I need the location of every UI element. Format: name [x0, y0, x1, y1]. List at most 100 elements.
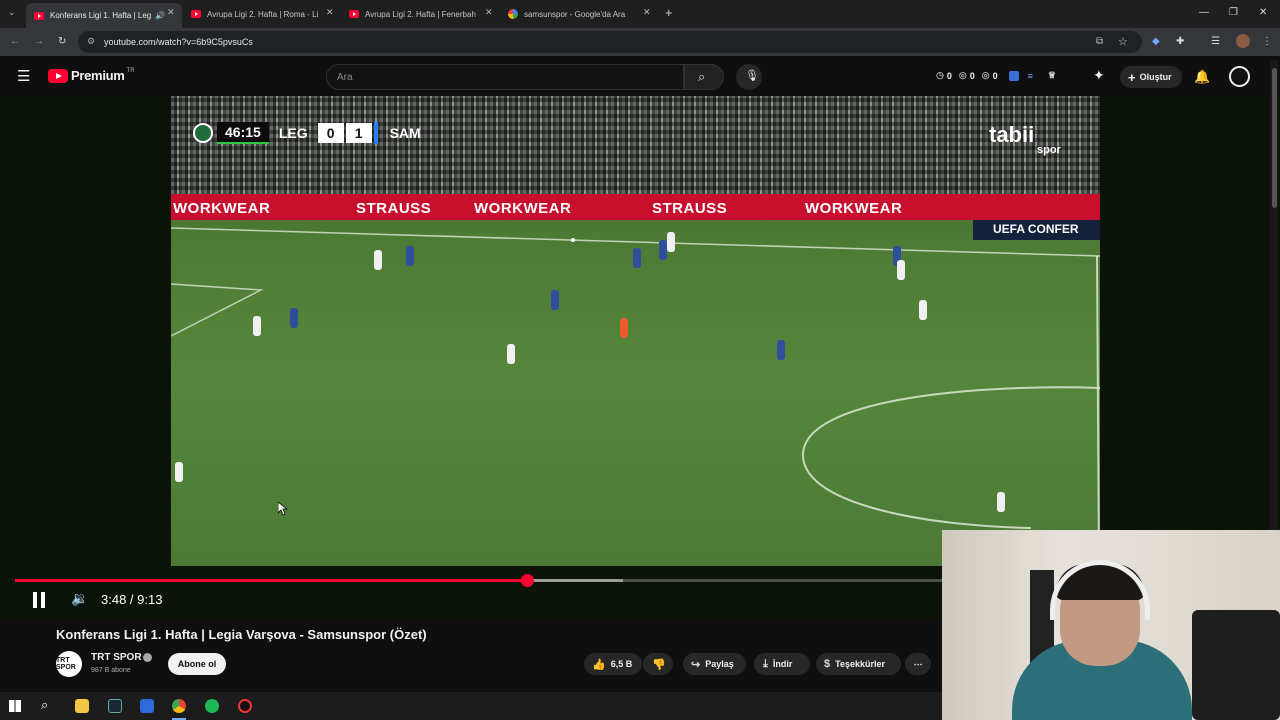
minimize-icon[interactable]: — — [1199, 7, 1209, 18]
search-icon[interactable]: ⌕ — [41, 697, 48, 713]
player — [897, 260, 905, 280]
chrome-icon[interactable] — [172, 699, 186, 713]
played-bar — [15, 579, 528, 582]
video-title: Konferans Ligi 1. Hafta | Legia Varşova … — [56, 627, 427, 642]
tab-youtube-roma[interactable]: Avrupa Ligi 2. Hafta | Roma - Li — [183, 3, 323, 25]
player — [659, 240, 667, 260]
webcam-chair — [1192, 610, 1280, 720]
share-button[interactable]: ↪ Paylaş — [683, 653, 746, 675]
scrubber-handle[interactable] — [521, 574, 535, 587]
extensions-puzzle-icon[interactable]: ✚ — [1176, 36, 1184, 47]
create-button[interactable]: + Oluştur — [1120, 66, 1182, 88]
close-icon[interactable]: ✕ — [643, 7, 651, 18]
volume-icon: 🔉 — [71, 590, 89, 606]
back-icon[interactable]: ← — [10, 36, 20, 47]
list-icon[interactable]: ≡ — [1028, 71, 1033, 81]
address-bar[interactable]: ⚙ youtube.com/watch?v=6b9C5pvsuCs ⧉ ☆ — [78, 31, 1142, 53]
mouse-cursor-icon — [278, 502, 288, 516]
player — [290, 308, 298, 328]
bookmark-star-icon[interactable]: ☆ — [1118, 35, 1128, 48]
windows-taskbar: ⌕ — [0, 692, 942, 720]
voice-search-button[interactable]: 🎙 — [736, 64, 762, 90]
channel-avatar[interactable]: TRT SPOR — [56, 651, 82, 677]
channel-name[interactable]: TRT SPOR — [91, 652, 142, 663]
scrollbar-thumb[interactable] — [1272, 68, 1277, 208]
notifications-bell-icon[interactable]: 🔔 — [1194, 69, 1210, 85]
url-text[interactable]: youtube.com/watch?v=6b9C5pvsuCs — [104, 37, 253, 47]
forward-icon[interactable]: → — [34, 36, 44, 47]
stat-value: 0 — [992, 70, 998, 81]
tab-title: Avrupa Ligi 2. Hafta | Roma - Li — [207, 9, 319, 19]
logo-premium-text: Premium — [71, 68, 125, 83]
extension-stats: ◷ 0 ◎ 0 ◎ 0 ≡ ♕ — [936, 70, 1056, 81]
trophy-icon[interactable]: ♕ — [1048, 70, 1056, 81]
video-frame[interactable]: WORKWEAR STRAUSS WORKWEAR STRAUSS WORKWE… — [171, 96, 1100, 566]
install-icon[interactable]: ⧉ — [1096, 36, 1103, 47]
start-icon[interactable] — [9, 700, 21, 712]
tab-youtube-konferans[interactable]: Konferans Ligi 1. Hafta | Leg 🔊 — [26, 3, 182, 28]
subscribe-button[interactable]: Abone ol — [168, 653, 226, 675]
app-icon[interactable] — [238, 699, 252, 713]
store-icon[interactable] — [140, 699, 154, 713]
new-tab-icon[interactable]: + — [665, 5, 673, 20]
tab-google-search[interactable]: samsunspor - Google'da Ara — [500, 3, 640, 25]
browser-tab-strip: ⌄ Konferans Ligi 1. Hafta | Leg 🔊 ✕ Avru… — [0, 0, 1280, 28]
pitch-lines — [171, 227, 1100, 566]
extension-badge-icon[interactable] — [1008, 70, 1019, 81]
pause-icon — [33, 592, 37, 608]
referee — [620, 318, 628, 338]
site-info-icon[interactable]: ⚙ — [87, 36, 95, 47]
broadcaster-logo: tabii — [989, 122, 1035, 147]
clock-icon: ◷ — [936, 70, 944, 80]
thumbs-down-icon: 👎 — [652, 658, 666, 671]
youtube-logo[interactable]: Premium TR — [48, 68, 135, 83]
hamburger-menu-icon[interactable]: ☰ — [17, 67, 30, 85]
player — [633, 248, 641, 268]
player — [253, 316, 261, 336]
time-display: 3:48 / 9:13 — [101, 592, 163, 607]
close-icon[interactable]: ✕ — [167, 7, 175, 18]
pause-button[interactable] — [30, 590, 50, 610]
restore-icon[interactable]: ❐ — [1229, 7, 1238, 18]
search-placeholder: Ara — [337, 72, 353, 83]
stat-value: 0 — [969, 70, 975, 81]
headset-icon — [1050, 560, 1150, 620]
download-button[interactable]: ⤓ İndir — [754, 653, 810, 675]
close-icon[interactable]: ✕ — [485, 7, 493, 18]
player — [507, 344, 515, 364]
like-count: 6,5 B — [610, 659, 633, 669]
competition-logo-icon — [193, 123, 213, 143]
file-explorer-icon[interactable] — [75, 699, 89, 713]
download-icon: ⤓ — [763, 657, 768, 670]
volume-button[interactable]: 🔉 — [70, 590, 90, 610]
player — [406, 246, 414, 266]
super-thanks-icon: $ — [824, 658, 831, 670]
steam-icon[interactable] — [108, 699, 122, 713]
download-label: İndir — [772, 659, 793, 669]
audio-icon[interactable]: 🔊 — [155, 11, 165, 20]
close-icon[interactable]: ✕ — [326, 7, 334, 18]
thanks-button[interactable]: $ Teşekkürler — [816, 653, 901, 675]
tab-menu-icon[interactable]: ☰ — [1211, 36, 1220, 47]
tab-youtube-fenerbahce[interactable]: Avrupa Ligi 2. Hafta | Fenerbah — [341, 3, 481, 25]
youtube-logo-icon — [48, 68, 68, 83]
window-close-icon[interactable]: ✕ — [1259, 7, 1267, 18]
search-input[interactable]: Ara — [326, 64, 684, 90]
reload-icon[interactable]: ↻ — [58, 36, 66, 47]
player — [919, 300, 927, 320]
spotify-icon[interactable] — [205, 699, 219, 713]
player — [175, 462, 183, 482]
tab-search-icon[interactable]: ⌄ — [8, 7, 16, 18]
profile-avatar[interactable] — [1236, 34, 1250, 48]
like-button[interactable]: 👍 6,5 B — [584, 653, 642, 675]
player — [777, 340, 785, 360]
extension-icon[interactable]: ◆ — [1152, 36, 1160, 47]
browser-menu-icon[interactable]: ⋮ — [1262, 36, 1272, 47]
account-avatar[interactable] — [1229, 66, 1250, 87]
create-label: Oluştur — [1139, 72, 1172, 82]
search-button[interactable]: ⌕ — [684, 64, 724, 90]
gift-icon[interactable]: ✦ — [1093, 67, 1105, 84]
more-actions-button[interactable]: ⋯ — [905, 653, 931, 675]
browser-toolbar: ← → ↻ ⚙ youtube.com/watch?v=6b9C5pvsuCs … — [0, 28, 1280, 56]
dislike-button[interactable]: 👎 — [643, 653, 673, 675]
